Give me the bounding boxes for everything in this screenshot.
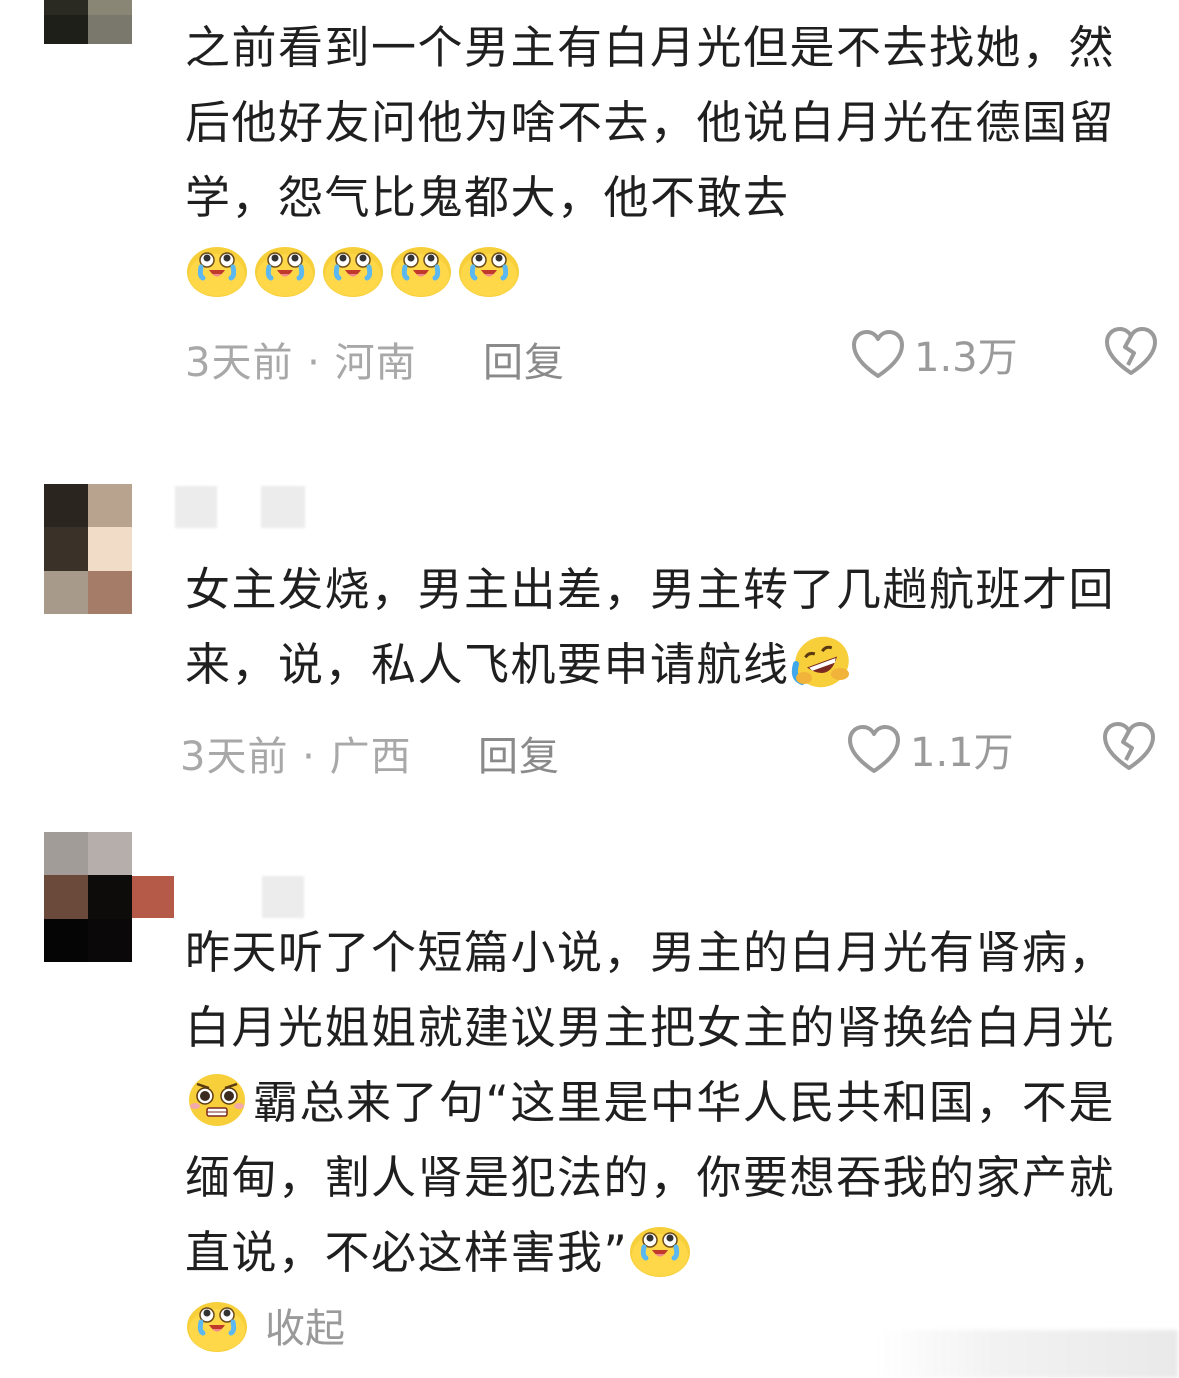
collapse-button[interactable]: 收起 bbox=[185, 1296, 345, 1354]
broken-heart-icon bbox=[1103, 325, 1159, 377]
like-count: 1.3万 bbox=[914, 335, 1018, 381]
like-count: 1.1万 bbox=[910, 730, 1014, 776]
time-location: 3天前 · 广西 bbox=[180, 734, 412, 780]
like-button[interactable]: 1.1万 bbox=[846, 720, 1014, 778]
reply-button[interactable]: 回复 bbox=[478, 724, 560, 782]
crying-laughing-emoji bbox=[185, 1297, 249, 1353]
reply-button[interactable]: 回复 bbox=[483, 330, 565, 388]
crying-laughing-emoji bbox=[185, 242, 249, 298]
username-blurred[interactable] bbox=[175, 486, 305, 528]
comment-meta: 3天前 · 河南 回复 bbox=[185, 330, 564, 388]
crying-laughing-emoji bbox=[389, 242, 453, 298]
username-blurred[interactable] bbox=[190, 876, 305, 918]
avatar[interactable] bbox=[44, 484, 132, 614]
heart-icon bbox=[846, 723, 902, 775]
crying-laughing-emoji bbox=[321, 242, 385, 298]
rofl-emoji bbox=[790, 634, 854, 690]
heart-icon bbox=[850, 328, 906, 380]
crying-laughing-emoji bbox=[628, 1222, 692, 1278]
collapse-label: 收起 bbox=[265, 1306, 345, 1352]
avatar-edge bbox=[132, 876, 174, 918]
crying-laughing-emoji bbox=[253, 242, 317, 298]
comment-text: 昨天听了个短篇小说，男主的白月光有肾病，白月光姐姐就建议男主把女主的肾换给白月光… bbox=[185, 926, 1116, 1279]
like-button[interactable]: 1.3万 bbox=[850, 325, 1018, 383]
comment-text: 之前看到一个男主有白月光但是不去找她，然后他好友问他为啥不去，他说白月光在德国留… bbox=[185, 10, 1135, 310]
crying-laughing-emoji bbox=[457, 242, 521, 298]
dislike-button[interactable] bbox=[1103, 325, 1159, 377]
pleading-emoji bbox=[185, 1072, 249, 1128]
dislike-button[interactable] bbox=[1101, 720, 1157, 772]
comment-text: 女主发烧，男主出差，男主转了几趟航班才回来，说，私人飞机要申请航线 bbox=[185, 552, 1135, 702]
avatar[interactable] bbox=[44, 832, 132, 962]
comment-meta: 3天前 · 广西 回复 bbox=[180, 724, 559, 782]
broken-heart-icon bbox=[1101, 720, 1157, 772]
avatar[interactable] bbox=[44, 0, 132, 44]
watermark bbox=[878, 1330, 1178, 1378]
time-location: 3天前 · 河南 bbox=[185, 340, 417, 386]
